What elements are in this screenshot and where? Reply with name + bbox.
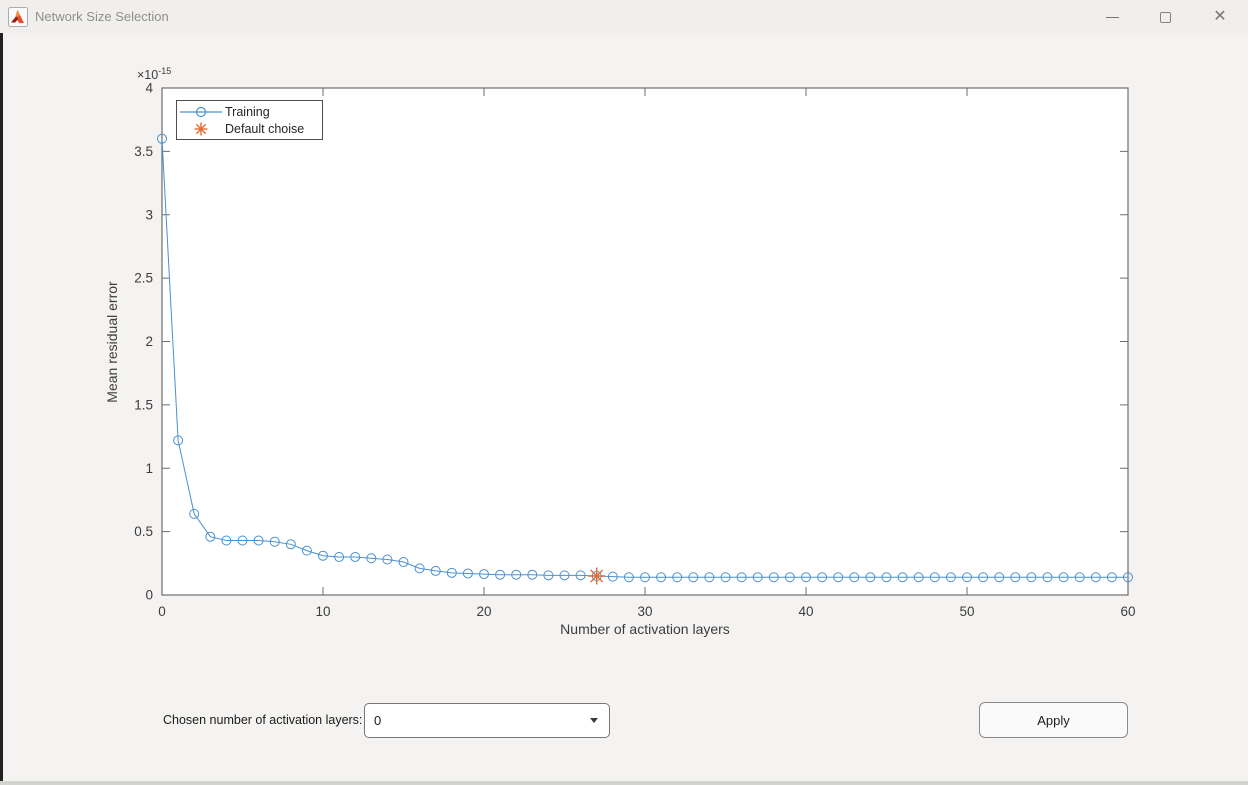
- close-button[interactable]: ✕: [1203, 2, 1237, 32]
- x-tick-label: 60: [1120, 604, 1135, 619]
- training-line-marker-icon: [177, 104, 225, 120]
- x-tick-label: 40: [798, 604, 813, 619]
- x-axis-title: Number of activation layers: [162, 621, 1128, 637]
- x-tick-label: 30: [637, 604, 652, 619]
- plot-background: [162, 88, 1128, 595]
- apply-button-label: Apply: [1037, 713, 1070, 728]
- y-tick-label: 2: [145, 334, 153, 349]
- y-tick-label: 4: [145, 81, 153, 96]
- asterisk-marker-icon: [177, 121, 225, 137]
- legend-label-training: Training: [225, 105, 270, 119]
- y-tick-label: 0: [145, 588, 153, 603]
- title-bar[interactable]: Network Size Selection: [0, 0, 1248, 33]
- maximize-button[interactable]: [1148, 2, 1182, 32]
- y-tick-label: 0.5: [134, 524, 153, 539]
- x-tick-label: 20: [476, 604, 491, 619]
- y-tick-label: 3.5: [134, 144, 153, 159]
- maximize-icon: [1160, 12, 1171, 23]
- y-tick-label: 1: [145, 461, 153, 476]
- y-axis-exponent: ×10-15: [137, 66, 171, 82]
- minimize-button[interactable]: [1095, 2, 1129, 32]
- chevron-down-icon: [590, 718, 598, 723]
- chart-legend: Training Default choise: [176, 100, 323, 140]
- close-icon: ✕: [1213, 9, 1226, 25]
- default-choice-asterisk-center: [595, 574, 598, 577]
- y-tick-label: 1.5: [134, 397, 153, 412]
- legend-entry-default-choise: Default choise: [177, 120, 322, 137]
- dropdown-selected-value: 0: [374, 713, 590, 728]
- y-tick-label: 2.5: [134, 271, 153, 286]
- legend-label-default-choise: Default choise: [225, 122, 304, 136]
- x-tick-label: 50: [959, 604, 974, 619]
- legend-entry-training: Training: [177, 103, 322, 120]
- legend-default-asterisk-center: [199, 127, 202, 130]
- chosen-layers-dropdown[interactable]: 0: [364, 703, 610, 738]
- window-title: Network Size Selection: [35, 9, 169, 24]
- apply-button[interactable]: Apply: [979, 702, 1128, 738]
- y-tick-label: 3: [145, 207, 153, 222]
- x-tick-label: 10: [315, 604, 330, 619]
- minimize-icon: [1106, 17, 1119, 18]
- x-tick-label: 0: [158, 604, 166, 619]
- window-edge-bottom: [0, 781, 1248, 785]
- matlab-app-icon: [8, 7, 28, 27]
- chosen-layers-label: Chosen number of activation layers:: [163, 713, 362, 727]
- y-axis-title: Mean residual error: [104, 281, 120, 402]
